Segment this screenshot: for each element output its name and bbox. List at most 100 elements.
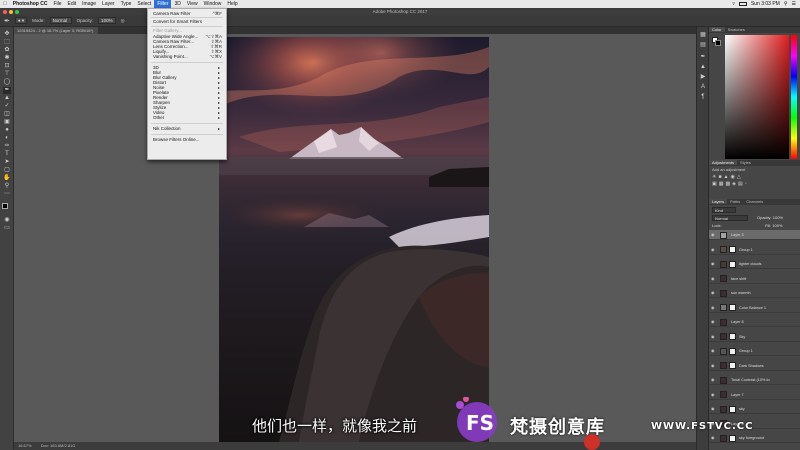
tab-adjustments[interactable]: Adjustments: [709, 160, 738, 165]
history-brush-icon[interactable]: ✓: [3, 103, 11, 110]
menu-help[interactable]: Help: [224, 0, 240, 8]
visibility-eye-icon[interactable]: ◉: [711, 361, 715, 371]
visibility-eye-icon[interactable]: ◉: [711, 245, 715, 255]
visibility-eye-icon[interactable]: ◉: [711, 288, 715, 298]
tab-swatches[interactable]: Swatches: [725, 27, 748, 32]
layer-row[interactable]: ◉ Dark Shadows: [709, 361, 800, 371]
tab-styles[interactable]: Styles: [737, 160, 754, 165]
tab-layers[interactable]: Layers: [709, 199, 728, 204]
menu-photoshop[interactable]: Photoshop CC: [10, 0, 51, 8]
layer-row[interactable]: ◉ sun warmth: [709, 288, 800, 299]
layer-name[interactable]: Layer 8: [731, 317, 744, 327]
menu-select[interactable]: Select: [134, 0, 154, 8]
layer-mask-thumbnail[interactable]: [729, 304, 736, 311]
layer-row[interactable]: ◉ Group 1: [709, 245, 800, 255]
properties-icon[interactable]: ▤: [699, 41, 707, 49]
layer-thumbnail[interactable]: [720, 246, 727, 253]
zoom-tool-icon[interactable]: ⚲: [3, 183, 11, 190]
menu-item-nik-collection[interactable]: Nik Collection ▸: [153, 126, 222, 131]
blend-mode-select[interactable]: Normal: [712, 215, 748, 221]
layer-thumbnail[interactable]: [720, 289, 727, 297]
color-picker-field[interactable]: [725, 35, 789, 159]
menu-edit[interactable]: Edit: [65, 0, 80, 8]
layer-opacity-field[interactable]: Opacity: 100%: [757, 215, 783, 220]
eraser-icon[interactable]: ◫: [3, 111, 11, 118]
layer-row[interactable]: ◉ Color Balance 1: [709, 303, 800, 313]
wifi-icon[interactable]: ▿: [732, 1, 735, 7]
layer-name[interactable]: Group 1: [739, 245, 753, 255]
menu-view[interactable]: View: [184, 0, 201, 8]
battery-icon[interactable]: [738, 2, 747, 6]
tab-paths[interactable]: Paths: [727, 199, 743, 204]
layer-name[interactable]: Sky: [739, 332, 745, 342]
layer-name[interactable]: Tonal Contrast (10% to: [731, 375, 770, 385]
layer-fill-field[interactable]: Fill: 100%: [765, 223, 783, 228]
hand-tool-icon[interactable]: ✋: [3, 175, 11, 182]
layer-thumbnail[interactable]: [720, 362, 727, 369]
layer-mask-thumbnail[interactable]: [729, 347, 736, 355]
opacity-field[interactable]: 100%: [98, 17, 116, 24]
menu-image[interactable]: Image: [79, 0, 99, 8]
visibility-eye-icon[interactable]: ◉: [711, 230, 715, 240]
brush-tool-icon[interactable]: ✒: [3, 87, 11, 94]
hue-slider[interactable]: [791, 35, 797, 159]
menu-type[interactable]: Type: [118, 0, 135, 8]
doc-info[interactable]: Doc: 163.6M/2.81G: [41, 443, 76, 448]
dodge-tool-icon[interactable]: ◐: [3, 135, 11, 142]
brush-tool-icon[interactable]: ✒: [4, 17, 10, 25]
paragraph-panel-icon[interactable]: ¶: [699, 93, 707, 101]
rectangle-tool-icon[interactable]: ▢: [3, 167, 11, 174]
layer-thumbnail[interactable]: [720, 304, 727, 311]
layer-name[interactable]: sun warmth: [731, 288, 751, 298]
lasso-tool-icon[interactable]: ✿: [3, 47, 11, 54]
close-window-button[interactable]: [3, 9, 7, 14]
layer-row[interactable]: ◉ Tonal Contrast (10% to: [709, 375, 800, 386]
tab-channels[interactable]: Channels: [743, 199, 766, 204]
eyedropper-icon[interactable]: ⊤: [3, 71, 11, 78]
layer-thumbnail[interactable]: [720, 333, 727, 340]
visibility-eye-icon[interactable]: ◉: [711, 346, 715, 356]
layer-name[interactable]: Dark Shadows: [739, 361, 764, 371]
zoom-level[interactable]: 16.67%: [18, 443, 32, 448]
clock[interactable]: Sun 3:03 PM: [751, 1, 780, 7]
menu-item-browse-online[interactable]: Browse Filters Online...: [153, 137, 222, 142]
layer-thumbnail[interactable]: [720, 376, 727, 384]
list-icon[interactable]: ☰: [792, 1, 796, 7]
quick-mask-icon[interactable]: ◉: [3, 217, 11, 224]
path-select-icon[interactable]: ➤: [3, 159, 11, 166]
screen-mode-icon[interactable]: ▭: [3, 225, 11, 232]
layer-row[interactable]: ◉ Layer 8: [709, 317, 800, 328]
tab-color[interactable]: Color: [709, 27, 725, 32]
menu-filter[interactable]: Filter: [154, 0, 172, 8]
type-tool-icon[interactable]: T: [3, 151, 11, 158]
adjustment-icons-row2[interactable]: ▣▦▩◈▤▫: [712, 181, 749, 187]
layer-name[interactable]: lighter clouds: [739, 259, 761, 269]
healing-brush-icon[interactable]: ◯: [3, 79, 11, 86]
history-icon[interactable]: ▦: [699, 31, 707, 39]
pen-tool-icon[interactable]: ✑: [3, 143, 11, 150]
search-icon[interactable]: ⚲: [784, 1, 788, 7]
adjustment-icons-row1[interactable]: ☀■▲◉△: [712, 174, 743, 180]
document-tab[interactable]: 12315324 - 2 @ 16.7% (Layer 3, RGB/16*): [14, 27, 98, 34]
character-panel-icon[interactable]: A: [699, 83, 707, 91]
menu-layer[interactable]: Layer: [99, 0, 118, 8]
visibility-eye-icon[interactable]: ◉: [711, 375, 715, 385]
bg-swatch[interactable]: [715, 40, 721, 46]
blur-tool-icon[interactable]: ●: [3, 127, 11, 134]
document-image[interactable]: [219, 37, 489, 442]
menu-item-vanishing-point[interactable]: Vanishing Point... ⌥⌘V: [153, 54, 222, 59]
visibility-eye-icon[interactable]: ◉: [711, 274, 715, 284]
layer-row[interactable]: ◉ face shift: [709, 274, 800, 284]
brush-size-picker[interactable]: ● ▾: [14, 17, 28, 24]
marquee-tool-icon[interactable]: ⬚: [3, 39, 11, 46]
layer-thumbnail[interactable]: [720, 347, 727, 355]
layer-mask-thumbnail[interactable]: [729, 260, 736, 268]
layer-name[interactable]: face shift: [731, 274, 746, 284]
crop-tool-icon[interactable]: ⊡: [3, 63, 11, 70]
gradient-icon[interactable]: ▣: [3, 119, 11, 126]
layer-row[interactable]: ◉ lighter clouds: [709, 259, 800, 270]
layer-thumbnail[interactable]: [720, 275, 727, 282]
layer-mask-thumbnail[interactable]: [729, 333, 736, 340]
visibility-eye-icon[interactable]: ◉: [711, 303, 715, 313]
zoom-window-button[interactable]: [15, 9, 19, 14]
